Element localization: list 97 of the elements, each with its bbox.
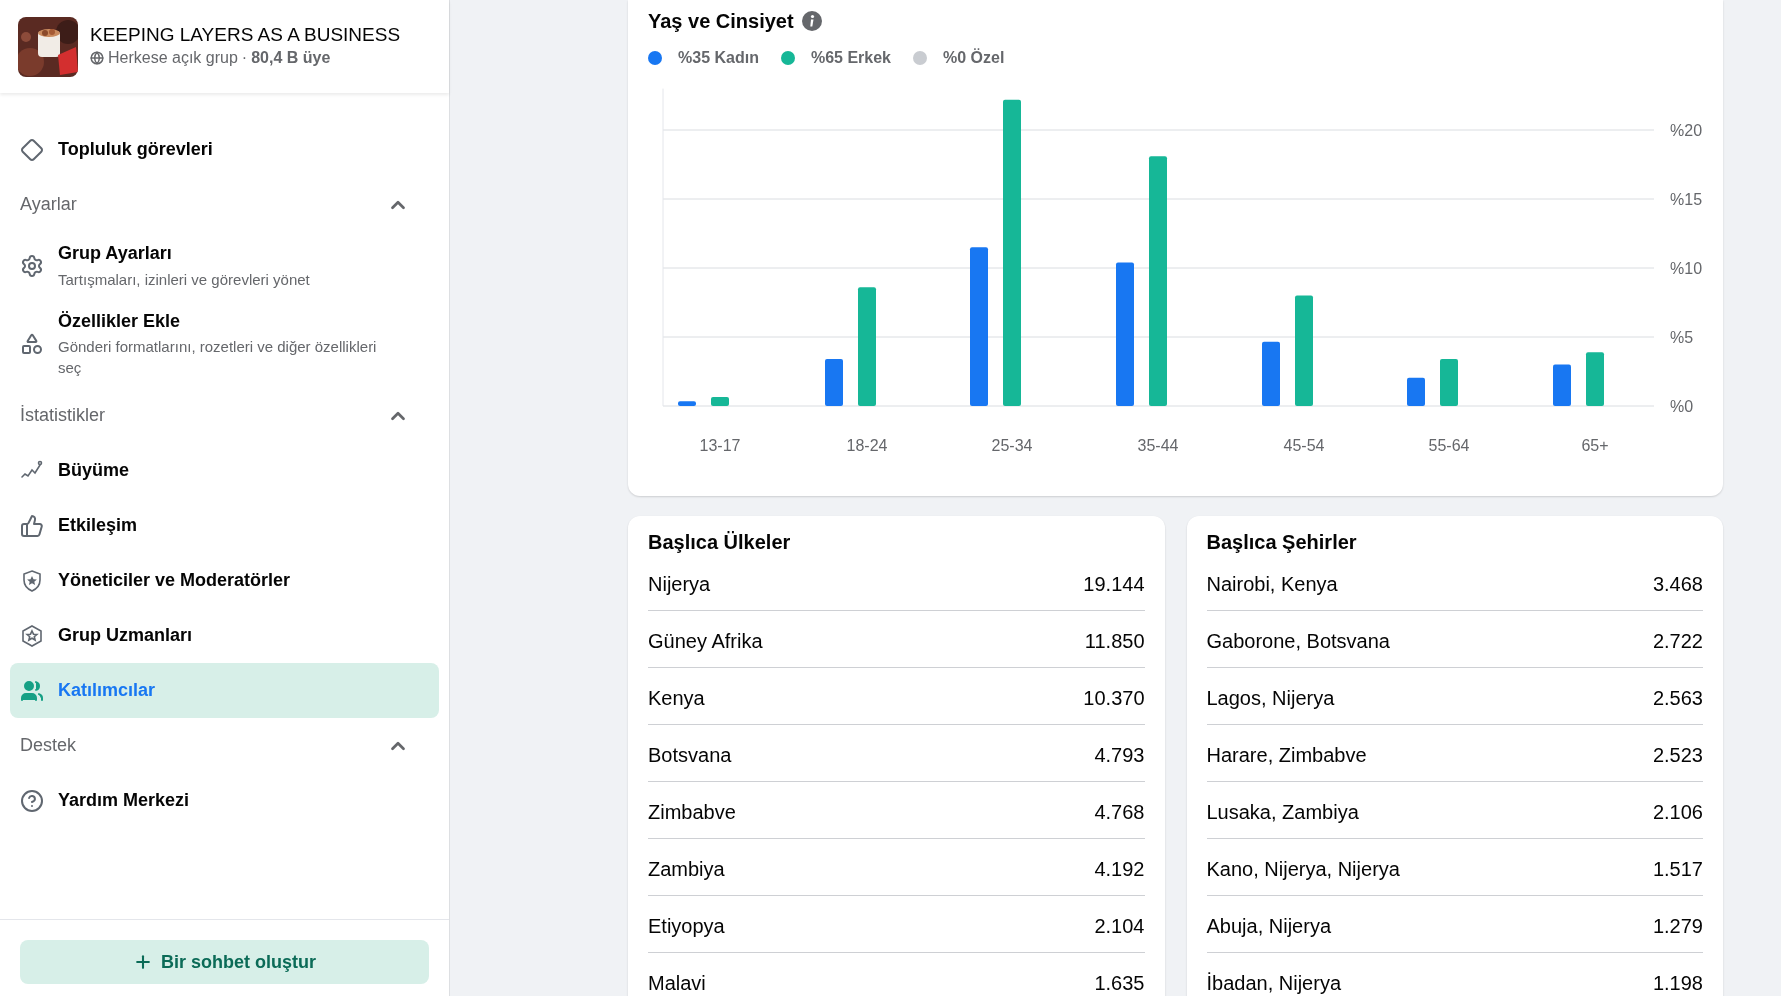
item-label: Grup Uzmanları <box>58 624 193 647</box>
item-description: Tartışmaları, izinleri ve görevleri yönet <box>58 269 310 290</box>
bar <box>711 397 729 406</box>
sidebar-item[interactable]: Grup Uzmanları <box>10 608 439 663</box>
item-label: Grup Ayarları <box>58 242 173 265</box>
item-description: Gönderi formatlarını, rozetleri ve diğer özellikleri seç <box>58 337 378 378</box>
sidebar-item[interactable]: Grup Ayarları Tartışmaları, izinleri ve görevleri yönet <box>10 232 439 300</box>
plus-icon <box>133 952 153 972</box>
row-count: 4.793 <box>1094 743 1145 768</box>
row-count: 4.192 <box>1094 857 1145 882</box>
shield-star-icon <box>20 568 44 593</box>
row-count: 1.517 <box>1652 857 1703 882</box>
legend-label: %0 Özel <box>943 47 1005 68</box>
sidebar-item[interactable]: Yardım Merkezi <box>10 773 439 828</box>
help-icon <box>20 788 44 813</box>
row-name: Lagos, Nijerya <box>1206 686 1335 711</box>
item-label: Yöneticiler ve Moderatörler <box>58 569 291 592</box>
row-name: İbadan, Nijerya <box>1206 971 1342 996</box>
row-count: 4.768 <box>1094 800 1145 825</box>
sidebar-item[interactable]: Topluluk görevleri <box>10 122 439 177</box>
x-tick-label: 65+ <box>1581 437 1609 454</box>
row-name: Zimbabve <box>648 800 736 825</box>
card-title: Başlıca Şehirler <box>1206 530 1358 554</box>
row-name: Malavi <box>648 971 706 996</box>
bar <box>678 401 696 406</box>
create-chat-button[interactable]: Bir sohbet oluştur <box>20 940 429 984</box>
row-count: 2.106 <box>1652 800 1703 825</box>
sidebar-item[interactable]: Katılımcılar <box>10 663 439 718</box>
y-tick-label: %20 <box>1670 122 1703 139</box>
member-count: 80,4 B üye <box>251 48 331 69</box>
item-label: Özellikler Ekle <box>58 309 182 332</box>
bar <box>1440 359 1458 406</box>
hexagon-star-icon <box>20 623 44 648</box>
row-name: Gaborone, Botsvana <box>1206 629 1390 654</box>
settings-icon <box>20 253 44 278</box>
globe-icon <box>90 51 104 66</box>
legend-label: %35 Kadın <box>678 48 759 68</box>
x-tick-label: 45-54 <box>1283 437 1325 454</box>
row-name: Lusaka, Zambiya <box>1206 800 1359 825</box>
people-icon <box>20 678 44 703</box>
row-name: Kenya <box>648 686 705 711</box>
separator-dot: · <box>241 48 248 69</box>
row-name: Botsvana <box>648 743 732 768</box>
item-label: Büyüme <box>58 459 129 482</box>
bar <box>1553 364 1571 406</box>
row-name: Abuja, Nijerya <box>1206 914 1331 939</box>
x-tick-label: 25-34 <box>991 437 1033 454</box>
item-label: Katılımcılar <box>58 679 156 702</box>
row-count: 19.144 <box>1083 572 1145 597</box>
y-tick-label: %5 <box>1670 329 1694 346</box>
legend-label: %65 Erkek <box>810 48 891 68</box>
sidebar-item[interactable]: Etkileşim <box>10 498 439 553</box>
section-heading: Destek <box>20 734 77 757</box>
info-icon[interactable] <box>801 11 822 31</box>
row-count: 10.370 <box>1083 686 1145 711</box>
row-count: 2.722 <box>1652 629 1703 654</box>
row-count: 1.635 <box>1094 971 1145 996</box>
row-count: 2.563 <box>1652 686 1703 711</box>
y-tick-label: %10 <box>1670 260 1703 277</box>
item-label: Etkileşim <box>58 514 138 537</box>
bar <box>825 359 843 406</box>
section-heading: İstatistikler <box>20 404 106 427</box>
item-label: Yardım Merkezi <box>58 789 190 812</box>
item-label: Topluluk görevleri <box>58 138 213 161</box>
row-count: 3.468 <box>1652 572 1703 597</box>
sidebar-item[interactable]: Büyüme <box>10 443 439 498</box>
row-name: Nijerya <box>648 572 711 597</box>
row-count: 11.850 <box>1084 629 1145 654</box>
group-privacy: Herkese açık grup <box>108 48 238 69</box>
bar <box>1407 377 1425 406</box>
row-name: Harare, Zimbabve <box>1206 743 1367 768</box>
shapes-icon <box>20 331 44 356</box>
y-tick-label: %15 <box>1670 191 1703 208</box>
row-count: 2.523 <box>1652 743 1703 768</box>
row-name: Kano, Nijerya, Nijerya <box>1206 857 1400 882</box>
section-heading: Ayarlar <box>20 193 77 216</box>
row-count: 1.198 <box>1652 971 1703 996</box>
sidebar-item[interactable]: Özellikler Ekle Gönderi formatlarını, rozetleri ve diğer özellikleri seç <box>10 299 439 388</box>
x-tick-label: 13-17 <box>699 437 741 454</box>
row-count: 1.279 <box>1652 914 1703 939</box>
y-tick-label: %0 <box>1670 398 1694 415</box>
x-tick-label: 18-24 <box>846 437 888 454</box>
thumbs-up-icon <box>20 513 44 538</box>
row-name: Güney Afrika <box>648 629 763 654</box>
row-count: 2.104 <box>1094 914 1145 939</box>
card-title: Başlıca Ülkeler <box>648 530 792 554</box>
group-name[interactable]: KEEPING LAYERS AS A BUSINESS <box>90 22 401 47</box>
sidebar-item[interactable]: Yöneticiler ve Moderatörler <box>10 553 439 608</box>
row-name: Zambiya <box>648 857 725 882</box>
bar <box>1262 341 1280 406</box>
row-name: Etiyopya <box>648 914 725 939</box>
card-title: Yaş ve Cinsiyet <box>648 9 794 34</box>
diamond-icon <box>20 137 44 162</box>
x-tick-label: 55-64 <box>1428 437 1470 454</box>
bar <box>1586 352 1604 406</box>
x-tick-label: 35-44 <box>1137 437 1179 454</box>
row-name: Nairobi, Kenya <box>1206 572 1338 597</box>
